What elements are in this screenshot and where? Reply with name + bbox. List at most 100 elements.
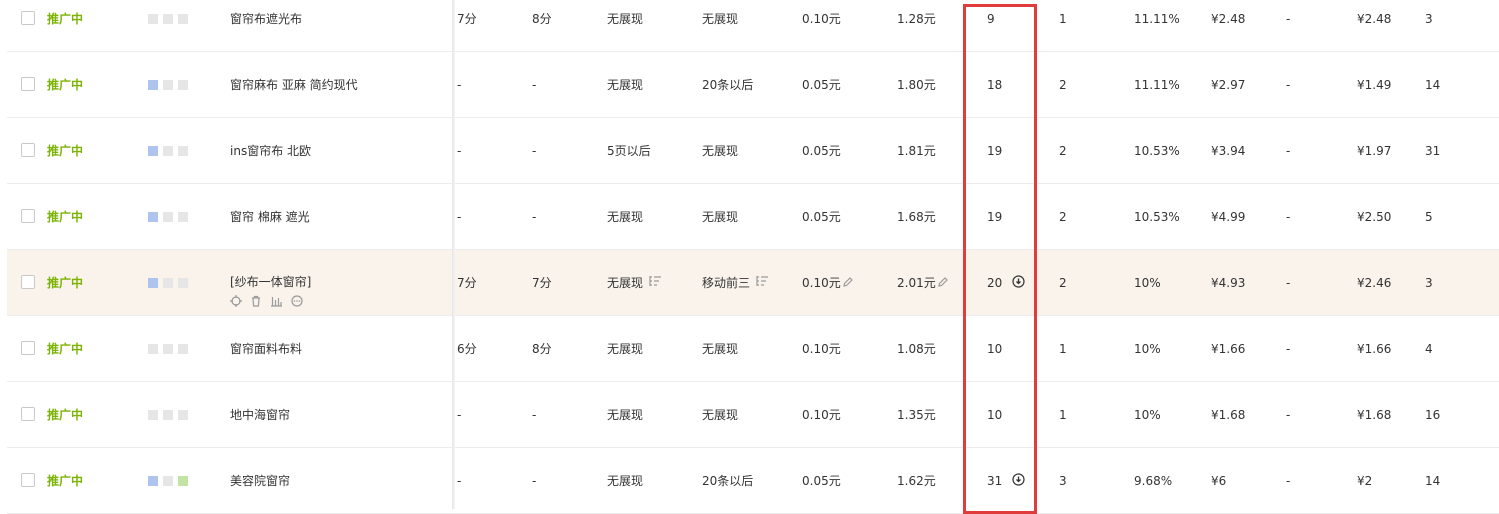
pencil-icon[interactable] [937, 276, 948, 290]
quality-square [148, 211, 158, 222]
keyword-text[interactable]: 窗帘布遮光布 [230, 10, 302, 27]
cell-pc-score: 7分 [457, 250, 477, 315]
sort-list-icon[interactable] [649, 275, 662, 290]
download-circle-icon[interactable] [1012, 472, 1025, 489]
cell-pc-score: - [457, 184, 461, 249]
cell-last: 3 [1425, 250, 1433, 315]
cost-value: ¥4.99 [1211, 209, 1246, 224]
keyword-text[interactable]: ins窗帘布 北欧 [230, 142, 311, 159]
cell-conv: - [1286, 118, 1290, 183]
cpc-value: ¥1.97 [1357, 143, 1392, 158]
cell-cpc: ¥2 [1357, 448, 1372, 513]
row-checkbox[interactable] [21, 142, 35, 157]
ctr-value: 11.11% [1134, 77, 1180, 92]
clicks-value: 2 [1059, 275, 1067, 290]
more-icon[interactable] [291, 294, 303, 307]
last-value: 4 [1425, 341, 1433, 356]
cell-m-rank: 无展现 [702, 184, 738, 249]
cell-pc-score: - [457, 382, 461, 447]
cell-clicks: 3 [1059, 448, 1067, 513]
table-row[interactable]: 推广中 ins窗帘布 北欧 - - 5页以后 无展现 0.05元 1.81元 19 2 10.53%… [7, 118, 1499, 184]
pencil-icon[interactable] [842, 276, 853, 290]
cell-status: 推广中 [47, 118, 83, 183]
m-rank-value: 移动前三 [702, 276, 751, 290]
cell-m-score: - [532, 118, 536, 183]
quality-square [163, 343, 173, 354]
m-score-value: - [532, 473, 537, 488]
cell-keyword: ins窗帘布 北欧 [230, 118, 311, 183]
cell-status: 推广中 [47, 316, 83, 381]
cell-conv: - [1286, 316, 1290, 381]
cell-m-score: 8分 [532, 316, 552, 381]
last-value: 16 [1425, 407, 1441, 422]
conv-value: - [1286, 209, 1291, 224]
row-checkbox[interactable] [21, 76, 35, 91]
cell-impressions: 19 [987, 184, 1002, 249]
cell-conv: - [1286, 184, 1290, 249]
quality-indicator [148, 118, 193, 183]
bid-pc-value[interactable]: 0.10元 [802, 274, 841, 291]
table-row[interactable]: 推广中 窗帘布遮光布 7分 8分 无展现 无展现 0.10元 1.28元 9 1 11.11% ¥2.… [7, 0, 1499, 52]
sort-list-icon[interactable] [756, 275, 769, 290]
keyword-text[interactable]: 窗帘 棉麻 遮光 [230, 208, 310, 225]
row-checkbox[interactable] [21, 472, 35, 487]
download-circle-icon[interactable] [1012, 274, 1025, 291]
cell-m-score: - [532, 52, 536, 117]
cell-clicks: 1 [1059, 0, 1067, 51]
impressions-value: 9 [987, 11, 995, 26]
bid-m-value: 1.81元 [897, 144, 936, 158]
cell-status: 推广中 [47, 448, 83, 513]
pc-rank-value: 无展现 [607, 78, 644, 92]
trash-icon[interactable] [250, 295, 262, 307]
cell-m-rank: 20条以后 [702, 52, 753, 117]
keyword-text[interactable]: 地中海窗帘 [230, 406, 290, 423]
bid-m-value[interactable]: 2.01元 [897, 274, 936, 291]
m-score-value: - [532, 209, 537, 224]
row-checkbox[interactable] [21, 10, 35, 25]
cell-cost: ¥4.93 [1211, 250, 1245, 315]
cell-clicks: 2 [1059, 250, 1067, 315]
cell-bid-m: 1.68元 [897, 184, 936, 249]
row-checkbox[interactable] [21, 274, 35, 289]
cell-conv: - [1286, 382, 1290, 447]
status-label: 推广中 [47, 78, 84, 92]
cell-cpc: ¥1.97 [1357, 118, 1391, 183]
table-row[interactable]: 推广中 [纱布一体窗帘] 7分 7分 无展现 移动前三 0.10元 2.01元 20 2 10% ¥4… [7, 250, 1499, 316]
table-row[interactable]: 推广中 美容院窗帘 - - 无展现 20条以后 0.05元 1.62元 31 3 9.68% ¥6 - ¥… [7, 448, 1499, 514]
cell-cpc: ¥2.48 [1357, 0, 1391, 51]
m-score-value: - [532, 407, 537, 422]
cell-cpc: ¥1.66 [1357, 316, 1391, 381]
keyword-text[interactable]: 窗帘麻布 亚麻 简约现代 [230, 76, 358, 93]
conv-value: - [1286, 77, 1291, 92]
keyword-text[interactable]: 窗帘面料布料 [230, 340, 302, 357]
row-checkbox[interactable] [21, 208, 35, 223]
bid-pc-value: 0.10元 [802, 408, 841, 422]
table-row[interactable]: 推广中 窗帘 棉麻 遮光 - - 无展现 无展现 0.05元 1.68元 19 2 10.53% ¥4… [7, 184, 1499, 250]
cost-value: ¥4.93 [1211, 275, 1246, 290]
ctr-value: 10.53% [1134, 143, 1180, 158]
table-row[interactable]: 推广中 地中海窗帘 - - 无展现 无展现 0.10元 1.35元 10 1 10% ¥1.68 - ¥1… [7, 382, 1499, 448]
conv-value: - [1286, 11, 1291, 26]
status-label: 推广中 [47, 144, 84, 158]
table-row[interactable]: 推广中 窗帘麻布 亚麻 简约现代 - - 无展现 20条以后 0.05元 1.80元 18 2 11… [7, 52, 1499, 118]
quality-indicator [148, 316, 193, 381]
keyword-text[interactable]: 美容院窗帘 [230, 472, 290, 489]
cell-pc-score: - [457, 52, 461, 117]
cell-impressions: 18 [987, 52, 1002, 117]
quality-square [178, 13, 188, 24]
cell-ctr: 10.53% [1134, 184, 1180, 249]
cell-m-rank: 无展现 [702, 118, 738, 183]
target-icon[interactable] [230, 294, 242, 307]
m-rank-value: 无展现 [702, 210, 739, 224]
clicks-value: 1 [1059, 407, 1067, 422]
table-row[interactable]: 推广中 窗帘面料布料 6分 8分 无展现 无展现 0.10元 1.08元 10 1 10% ¥1.66… [7, 316, 1499, 382]
keyword-text[interactable]: [纱布一体窗帘] [230, 273, 311, 290]
cell-last: 4 [1425, 316, 1433, 381]
pc-score-value: - [457, 143, 462, 158]
bar-chart-icon[interactable] [270, 295, 283, 307]
row-checkbox[interactable] [21, 406, 35, 421]
row-checkbox[interactable] [21, 340, 35, 355]
pc-rank-value: 无展现 [607, 408, 644, 422]
cell-impressions: 20 [987, 250, 1025, 315]
clicks-value: 2 [1059, 77, 1067, 92]
